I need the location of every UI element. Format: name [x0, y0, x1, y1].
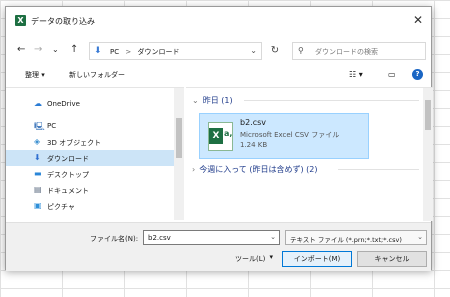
filename-input[interactable]: b2.csv ⌄ — [143, 230, 280, 245]
recent-locations-button[interactable]: ⌄ — [52, 45, 59, 54]
help-icon[interactable]: ? — [412, 69, 423, 80]
refresh-icon[interactable]: ↻ — [266, 42, 284, 60]
sidebar-item-3d-objects[interactable]: ◈ 3D オブジェクト — [6, 134, 174, 150]
document-icon: ▤ — [34, 185, 42, 194]
sidebar-scrollbar[interactable] — [174, 88, 184, 220]
dialog-footer: ファイル名(N): b2.csv ⌄ テキスト ファイル (*.prn;*.tx… — [6, 222, 431, 271]
import-data-dialog: X データの取り込み ✕ ← → ⌄ ↑ ⬇ PC > ダウンロード ⌄ ↻ ⚲… — [5, 6, 433, 271]
navigation-pane: ☁ OneDrive 🖳 PC ◈ 3D オブジェクト ⬇ ダウンロード ▬ デ… — [6, 87, 184, 220]
group-header-yesterday[interactable]: ⌄ 昨日 (1) — [192, 95, 233, 106]
new-folder-button[interactable]: 新しいフォルダー — [69, 70, 125, 80]
file-type-select[interactable]: テキスト ファイル (*.prn;*.txt;*.csv) ⌄ — [285, 230, 427, 245]
download-arrow-icon: ⬇ — [94, 46, 102, 56]
address-bar[interactable]: ⬇ PC > ダウンロード ⌄ — [89, 42, 262, 60]
sidebar-item-onedrive[interactable]: ☁ OneDrive — [6, 96, 174, 112]
chevron-down-icon: ⌄ — [192, 96, 199, 105]
file-list-scrollbar[interactable] — [423, 88, 433, 221]
cube-icon: ◈ — [34, 137, 41, 146]
group-divider — [338, 169, 419, 170]
command-bar: 整理 ▾ 新しいフォルダー ☷ ▾ ▭ ? — [6, 66, 431, 86]
sidebar-item-documents[interactable]: ▤ ドキュメント — [6, 182, 174, 198]
dialog-title: データの取り込み — [31, 17, 95, 26]
file-type-value: テキスト ファイル (*.prn;*.txt;*.csv) — [290, 236, 402, 244]
file-item-b2-csv[interactable]: X a, b2.csv Microsoft Excel CSV ファイル 1.2… — [199, 113, 369, 159]
group-divider — [244, 100, 419, 101]
download-icon: ⬇ — [34, 153, 41, 162]
up-button[interactable]: ↑ — [70, 44, 78, 55]
breadcrumb-pc[interactable]: PC — [110, 48, 119, 56]
sidebar-item-desktop[interactable]: ▬ デスクトップ — [6, 166, 174, 182]
chevron-right-icon: › — [192, 165, 196, 174]
sidebar-item-pictures[interactable]: ▣ ピクチャ — [6, 198, 174, 214]
excel-icon: X — [15, 15, 26, 26]
picture-icon: ▣ — [34, 201, 42, 210]
tools-menu-button[interactable]: ツール(L) ▾ — [229, 251, 277, 266]
file-type: Microsoft Excel CSV ファイル — [240, 131, 340, 139]
chevron-down-icon: ⌄ — [417, 233, 423, 241]
search-icon: ⚲ — [298, 46, 304, 55]
file-name: b2.csv — [240, 118, 267, 127]
file-list: ⌄ 昨日 (1) X a, b2.csv Microsoft Excel CSV … — [186, 87, 433, 221]
sidebar-scrollbar-thumb[interactable] — [176, 118, 182, 158]
breadcrumb-separator: > — [125, 48, 132, 56]
caret-down-icon: ▾ — [269, 253, 273, 261]
cancel-button[interactable]: キャンセル — [357, 251, 427, 267]
chevron-down-icon[interactable]: ⌄ — [270, 233, 276, 241]
desktop-icon: ▬ — [34, 169, 42, 178]
forward-button[interactable]: → — [34, 44, 42, 55]
chevron-down-icon[interactable]: ⌄ — [250, 46, 257, 55]
cloud-icon: ☁ — [34, 99, 42, 108]
filename-label: ファイル名(N): — [90, 235, 139, 243]
file-size: 1.24 KB — [240, 141, 268, 149]
organize-menu[interactable]: 整理 ▾ — [25, 70, 45, 80]
computer-icon: 🖳 — [34, 122, 45, 131]
title-bar: X データの取り込み ✕ — [6, 7, 431, 35]
search-placeholder: ダウンロードの検索 — [315, 48, 378, 56]
close-icon[interactable]: ✕ — [413, 13, 423, 27]
sidebar-item-pc[interactable]: 🖳 PC — [6, 118, 174, 134]
preview-pane-icon[interactable]: ▭ — [388, 70, 396, 79]
file-list-scrollbar-thumb[interactable] — [425, 100, 431, 130]
search-input[interactable]: ⚲ ダウンロードの検索 — [292, 42, 426, 60]
back-button[interactable]: ← — [17, 44, 25, 55]
breadcrumb-downloads[interactable]: ダウンロード — [137, 48, 179, 56]
view-options-icon[interactable]: ☷ ▾ — [349, 70, 363, 79]
sidebar-item-downloads[interactable]: ⬇ ダウンロード — [6, 150, 174, 166]
group-header-this-week[interactable]: › 今週に入って (昨日は含めず) (2) — [192, 164, 317, 175]
excel-csv-file-icon: X a, — [208, 122, 233, 151]
navigation-bar: ← → ⌄ ↑ ⬇ PC > ダウンロード ⌄ ↻ ⚲ ダウンロードの検索 — [6, 40, 431, 62]
import-button[interactable]: インポート(M) — [282, 251, 352, 267]
filename-value: b2.csv — [148, 234, 171, 242]
